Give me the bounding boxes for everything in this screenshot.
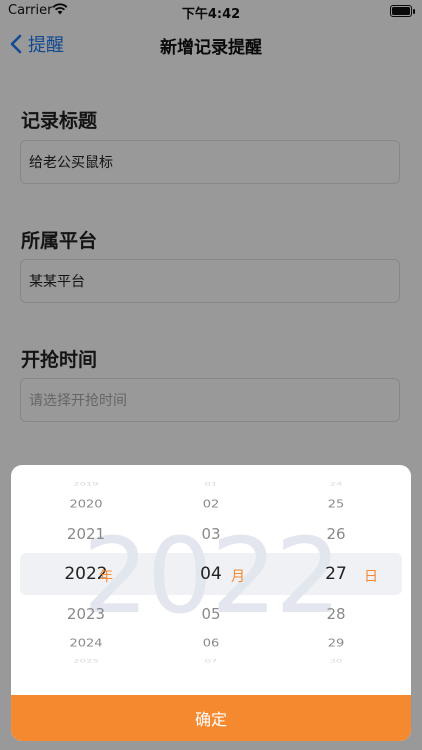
month-option[interactable]: 07 <box>171 659 251 663</box>
day-option[interactable]: 30 <box>296 659 376 663</box>
year-option[interactable]: 2020 <box>41 499 131 511</box>
month-option[interactable]: 03 <box>171 525 251 543</box>
year-option[interactable]: 2021 <box>41 525 131 543</box>
year-option[interactable]: 2023 <box>41 605 131 623</box>
year-option[interactable]: 2024 <box>41 638 131 650</box>
year-option-selected[interactable]: 2022 <box>41 564 131 584</box>
day-unit-label: 日 <box>364 569 378 585</box>
year-option[interactable]: 2019 <box>41 482 131 486</box>
day-option[interactable]: 28 <box>296 605 376 623</box>
date-picker-sheet: 2022 2019 2020 2021 2022 2023 2024 2025 … <box>11 465 411 741</box>
day-option[interactable]: 26 <box>296 525 376 543</box>
month-option[interactable]: 02 <box>171 499 251 511</box>
month-option[interactable]: 06 <box>171 638 251 650</box>
day-option[interactable]: 25 <box>296 499 376 511</box>
year-option[interactable]: 2025 <box>41 659 131 663</box>
day-option[interactable]: 24 <box>296 482 376 486</box>
day-option[interactable]: 29 <box>296 638 376 650</box>
confirm-button[interactable]: 确定 <box>11 695 411 741</box>
year-unit-label: 年 <box>99 569 113 585</box>
month-option[interactable]: 05 <box>171 605 251 623</box>
month-option[interactable]: 01 <box>171 482 251 486</box>
month-unit-label: 月 <box>231 569 245 585</box>
year-wheel[interactable]: 2019 2020 2021 2022 2023 2024 2025 <box>41 465 131 695</box>
